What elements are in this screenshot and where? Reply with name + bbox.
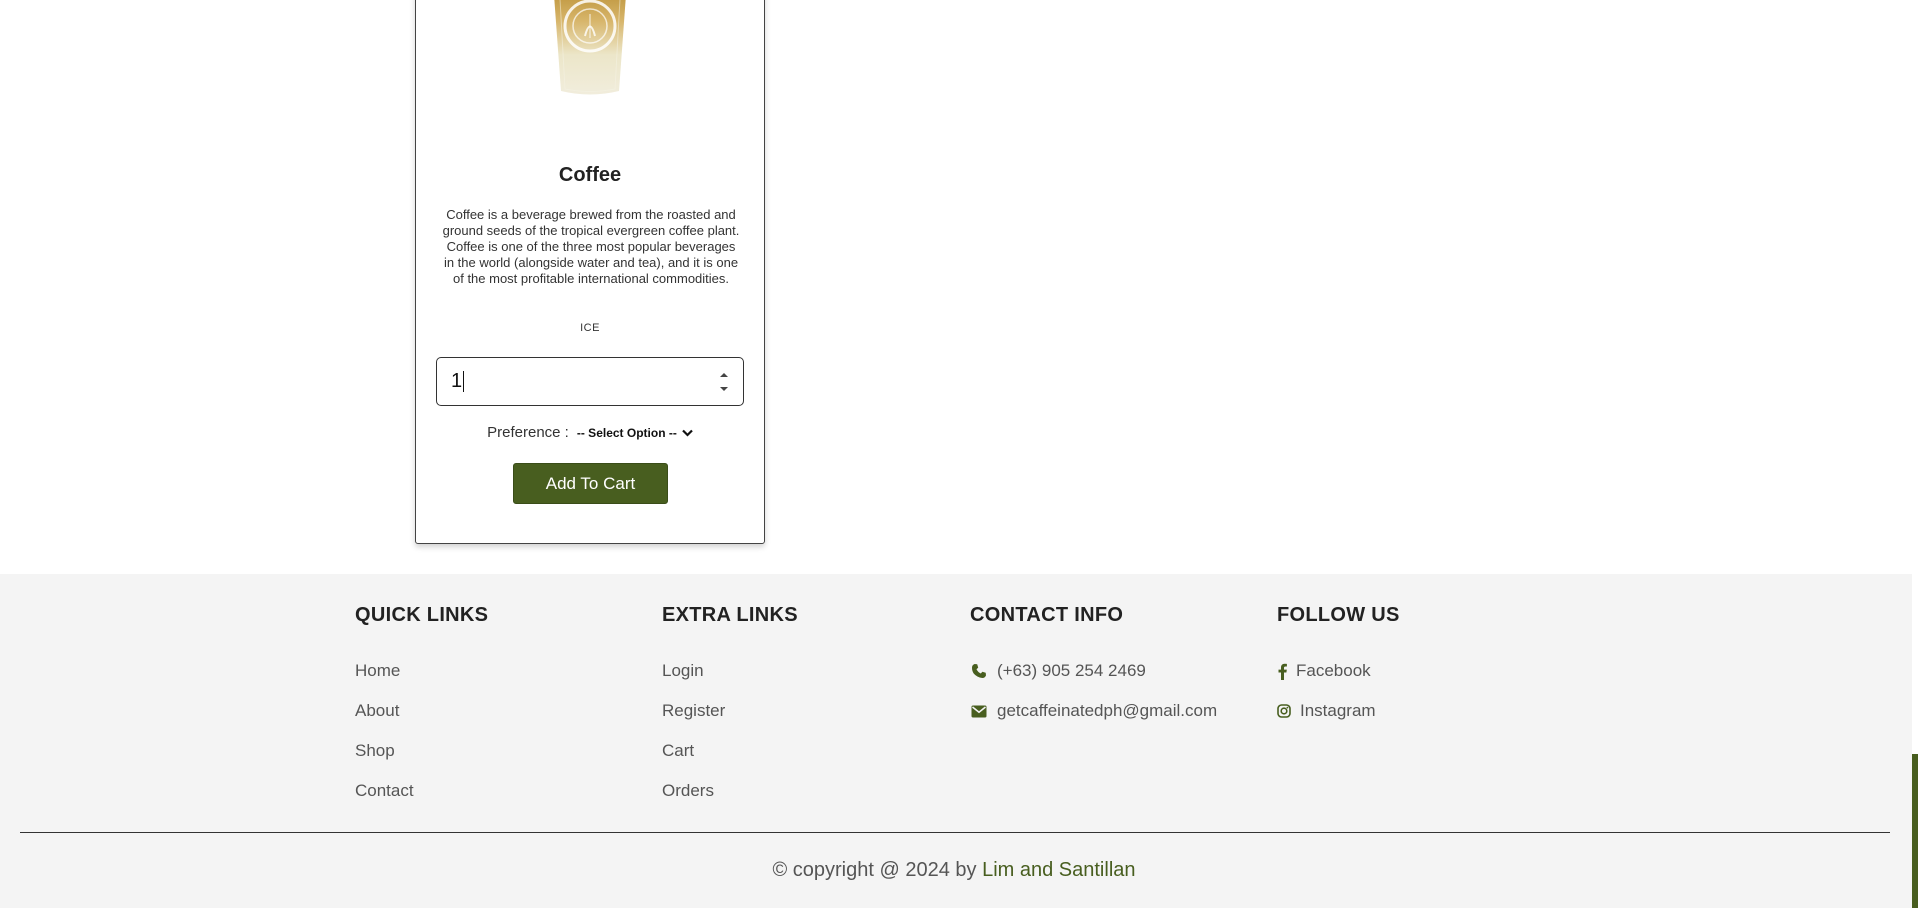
follow-us-column: FOLLOW US Facebook Instagram [1277,604,1400,731]
footer-link-login[interactable]: Login [662,651,798,691]
extra-links-column: EXTRA LINKS Login Register Cart Orders [662,604,798,811]
follow-us-heading: FOLLOW US [1277,604,1400,626]
facebook-label: Facebook [1296,661,1371,680]
envelope-icon [970,705,988,718]
footer-link-orders[interactable]: Orders [662,771,798,811]
instagram-label: Instagram [1300,701,1376,720]
footer-link-facebook[interactable]: Facebook [1277,651,1400,691]
preference-select[interactable]: -- Select Option -- [577,426,693,440]
contact-phone-text: (+63) 905 254 2469 [997,661,1146,680]
footer-link-cart[interactable]: Cart [662,731,798,771]
quick-links-heading: QUICK LINKS [355,604,489,626]
product-card: Coffee Coffee is a beverage brewed from … [415,0,765,544]
footer-link-shop[interactable]: Shop [355,731,488,771]
phone-icon [970,663,988,679]
add-to-cart-button[interactable]: Add To Cart [513,463,668,504]
contact-info-column: CONTACT INFO (+63) 905 254 2469 getcaffe… [970,604,1217,731]
contact-email[interactable]: getcaffeinatedph@gmail.com [970,691,1217,731]
footer-link-instagram[interactable]: Instagram [1277,691,1400,731]
preference-selected-value: -- Select Option -- [576,425,677,440]
extra-links-heading: EXTRA LINKS [662,604,798,626]
quantity-value: 1 [451,370,463,392]
quantity-input[interactable]: 1 [436,357,744,406]
contact-email-text: getcaffeinatedph@gmail.com [997,701,1218,720]
product-tag: ICE [580,322,600,334]
contact-info-heading: CONTACT INFO [970,604,1124,626]
product-image [554,0,626,95]
quantity-stepper[interactable] [719,372,729,392]
chevron-down-icon [682,429,693,437]
product-description: Coffee is a beverage brewed from the roa… [442,207,740,286]
stepper-down-icon[interactable] [720,386,728,392]
quick-links-column: QUICK LINKS Home About Shop Contact [355,604,488,811]
text-cursor [463,371,465,392]
stepper-up-icon[interactable] [720,372,728,378]
preference-row: Preference : -- Select Option -- [416,424,764,441]
footer-link-about[interactable]: About [355,691,488,731]
copyright-prefix: © copyright @ 2024 by [772,859,983,881]
copyright-authors: Lim and Santillan [982,859,1136,881]
footer-link-home[interactable]: Home [355,651,488,691]
copyright-text: © copyright @ 2024 by Lim and Santillan [0,859,1912,882]
facebook-icon [1277,663,1287,680]
preference-label: Preference : [487,424,569,441]
scrollbar-thumb[interactable] [1912,754,1918,908]
site-footer: QUICK LINKS Home About Shop Contact EXTR… [0,574,1912,908]
footer-link-contact[interactable]: Contact [355,771,488,811]
footer-divider [20,832,1890,833]
contact-phone[interactable]: (+63) 905 254 2469 [970,651,1217,691]
instagram-icon [1277,704,1291,718]
footer-link-register[interactable]: Register [662,691,798,731]
product-title: Coffee [558,164,622,186]
